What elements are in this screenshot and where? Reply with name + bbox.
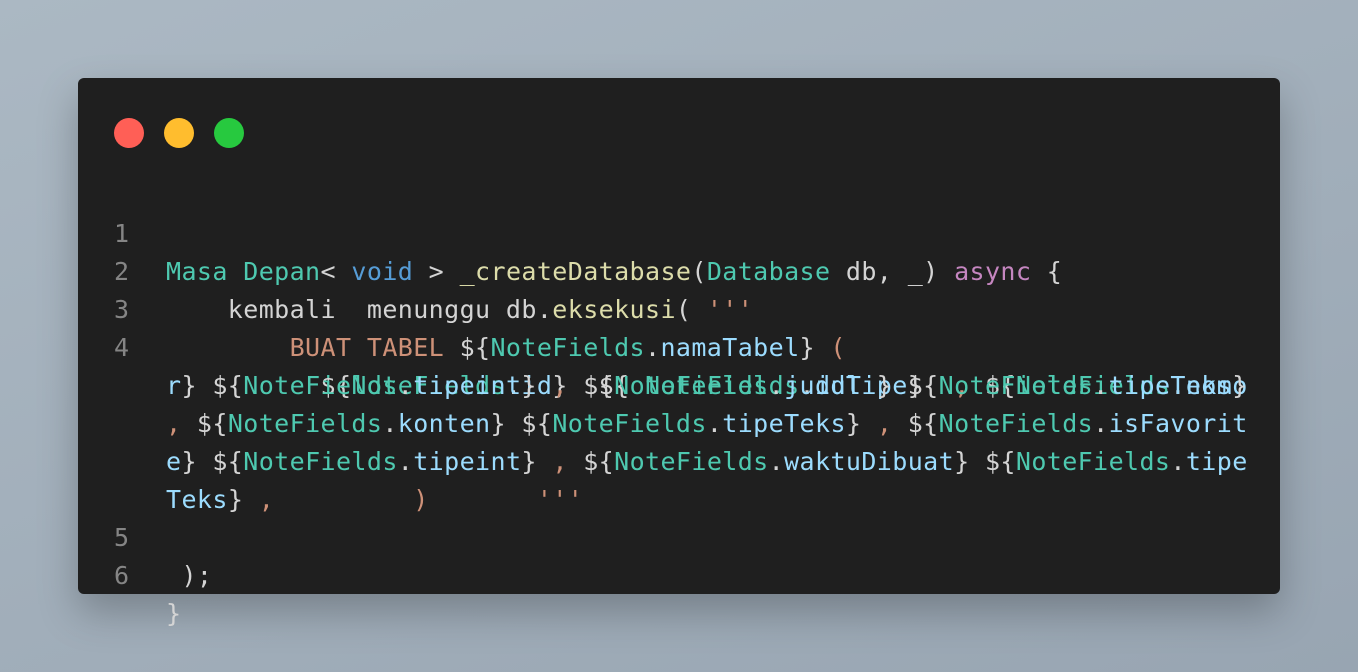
- code-line-1: 1 Masa Depan< void > _createDatabase(Dat…: [78, 177, 1280, 286]
- line-number: 6: [114, 561, 130, 590]
- code-line-4-wrap-3: e} ${NoteFields.tipeint} , ${NoteFields.…: [78, 405, 1280, 476]
- code-line-4-wrap-4: Teks} , ) ''': [78, 443, 1280, 514]
- minimize-dot-icon[interactable]: [164, 118, 194, 148]
- code-line-5: 5 );: [78, 481, 1280, 590]
- code-window: 1 Masa Depan< void > _createDatabase(Dat…: [78, 78, 1280, 628]
- code-line-2: 2 kembali menunggu db.eksekusi( ''': [78, 215, 1280, 324]
- code-line-3: 3 BUAT TABEL ${NoteFields.namaTabel} (: [78, 253, 1280, 362]
- code-line-4-wrap-2: , ${NoteFields.konten} ${NoteFields.tipe…: [78, 367, 1280, 438]
- code-line-6: 6 }: [78, 519, 1280, 628]
- code-line-4: 4 ${NoteFields.id} ${ NoteFields.idTipe}…: [78, 291, 1280, 400]
- code-line-4-wrap-1: r} ${NoteFields.tipeint} , ${NoteFields.…: [78, 329, 1280, 400]
- close-dot-icon[interactable]: [114, 118, 144, 148]
- code-line-content: }: [166, 595, 181, 633]
- code-token: );: [166, 561, 213, 590]
- code-block: 1 Masa Depan< void > _createDatabase(Dat…: [78, 177, 1280, 628]
- maximize-dot-icon[interactable]: [214, 118, 244, 148]
- code-token: }: [166, 599, 182, 628]
- code-line-content: );: [166, 557, 212, 595]
